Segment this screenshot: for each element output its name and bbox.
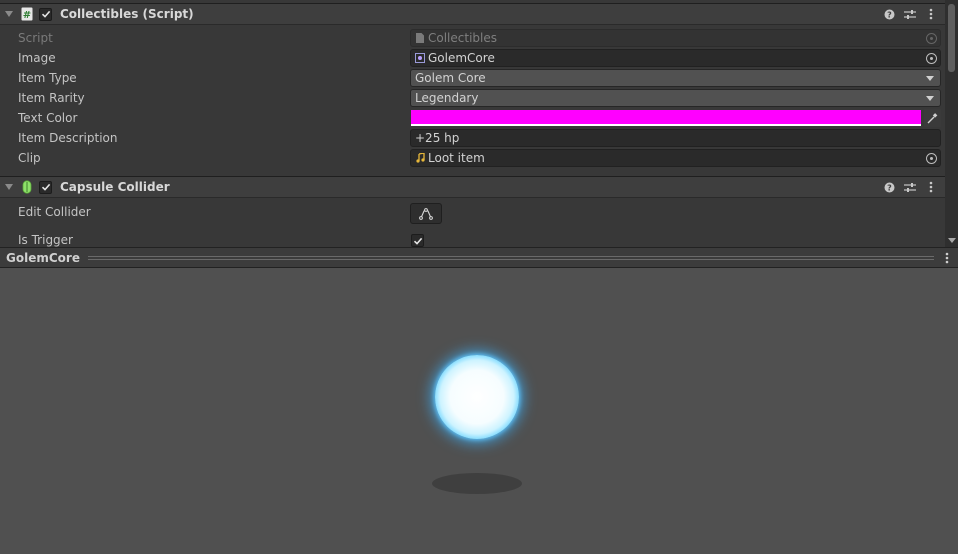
inspector-panel: # Collectibles (Script) ? Script Collect… — [0, 0, 958, 247]
item-rarity-label: Item Rarity — [18, 91, 85, 105]
orb-shadow — [432, 473, 522, 494]
audio-clip-icon — [415, 153, 425, 164]
edit-collider-button[interactable] — [410, 203, 442, 224]
script-label: Script — [18, 31, 53, 45]
eyedropper-icon[interactable] — [924, 109, 941, 127]
item-description-value: +25 hp — [415, 131, 460, 145]
image-row: Image GolemCore — [0, 48, 945, 68]
dropdown-arrow-icon — [926, 96, 934, 101]
script-row: Script Collectibles — [0, 28, 945, 48]
item-type-dropdown[interactable]: Golem Core — [410, 69, 941, 87]
script-file-icon — [415, 33, 425, 44]
item-type-row: Item Type Golem Core — [0, 68, 945, 88]
image-field[interactable]: GolemCore — [410, 49, 941, 67]
inspector-scrollbar[interactable] — [945, 0, 958, 247]
golem-core-orb-image — [435, 355, 519, 439]
preview-drag-handle[interactable] — [87, 255, 934, 260]
is-trigger-row: Is Trigger — [0, 230, 945, 247]
item-rarity-row: Item Rarity Legendary — [0, 88, 945, 108]
help-icon[interactable]: ? — [883, 7, 895, 21]
sprite-icon — [415, 53, 425, 64]
component-menu-icon[interactable] — [925, 7, 937, 21]
item-type-label: Item Type — [18, 71, 77, 85]
presets-icon[interactable] — [904, 180, 916, 194]
preview-viewport[interactable] — [0, 268, 958, 554]
svg-text:#: # — [23, 10, 31, 21]
is-trigger-checkbox[interactable] — [411, 234, 424, 247]
collectibles-title: Collectibles (Script) — [60, 7, 194, 21]
help-icon[interactable]: ? — [883, 180, 895, 194]
preview-menu-icon[interactable] — [942, 251, 952, 265]
script-field: Collectibles — [410, 29, 941, 47]
item-rarity-dropdown[interactable]: Legendary — [410, 89, 941, 107]
capsule-collider-enabled-checkbox[interactable] — [39, 180, 52, 194]
item-rarity-value: Legendary — [415, 91, 479, 105]
clip-row: Clip Loot item — [0, 148, 945, 168]
scroll-down-arrow-icon[interactable] — [948, 238, 956, 243]
clip-field[interactable]: Loot item — [410, 149, 941, 167]
edit-collider-label: Edit Collider — [18, 205, 91, 219]
item-description-label: Item Description — [18, 131, 118, 145]
script-value: Collectibles — [428, 31, 497, 45]
image-value: GolemCore — [428, 51, 495, 65]
foldout-arrow-icon[interactable] — [5, 11, 13, 17]
image-label: Image — [18, 51, 56, 65]
foldout-arrow-icon[interactable] — [5, 184, 13, 190]
header-tools: ? — [883, 7, 937, 21]
object-picker-icon — [926, 33, 937, 44]
capsule-collider-title: Capsule Collider — [60, 180, 170, 194]
capsule-collider-icon — [21, 180, 33, 194]
svg-text:?: ? — [887, 183, 892, 192]
scrollbar-thumb[interactable] — [948, 4, 955, 72]
preview-header[interactable]: GolemCore — [0, 247, 958, 268]
header-tools: ? — [883, 180, 937, 194]
object-picker-icon[interactable] — [926, 53, 937, 64]
text-color-row: Text Color — [0, 108, 945, 128]
clip-label: Clip — [18, 151, 41, 165]
item-type-value: Golem Core — [415, 71, 486, 85]
script-hash-icon: # — [21, 7, 33, 21]
presets-icon[interactable] — [904, 7, 916, 21]
text-color-label: Text Color — [18, 111, 78, 125]
edit-collider-row: Edit Collider — [0, 202, 945, 226]
svg-text:?: ? — [887, 10, 892, 19]
item-description-input[interactable]: +25 hp — [410, 129, 941, 147]
object-picker-icon[interactable] — [926, 153, 937, 164]
capsule-collider-component-header[interactable]: Capsule Collider ? — [0, 176, 945, 198]
component-menu-icon[interactable] — [925, 180, 937, 194]
collectibles-component-header[interactable]: # Collectibles (Script) ? — [0, 3, 945, 25]
is-trigger-label: Is Trigger — [18, 233, 73, 247]
clip-value: Loot item — [428, 151, 485, 165]
preview-title: GolemCore — [6, 250, 80, 265]
dropdown-arrow-icon — [926, 76, 934, 81]
text-color-swatch[interactable] — [411, 110, 921, 126]
edit-collider-icon — [419, 207, 433, 220]
collectibles-enabled-checkbox[interactable] — [39, 7, 52, 21]
item-description-row: Item Description +25 hp — [0, 128, 945, 148]
